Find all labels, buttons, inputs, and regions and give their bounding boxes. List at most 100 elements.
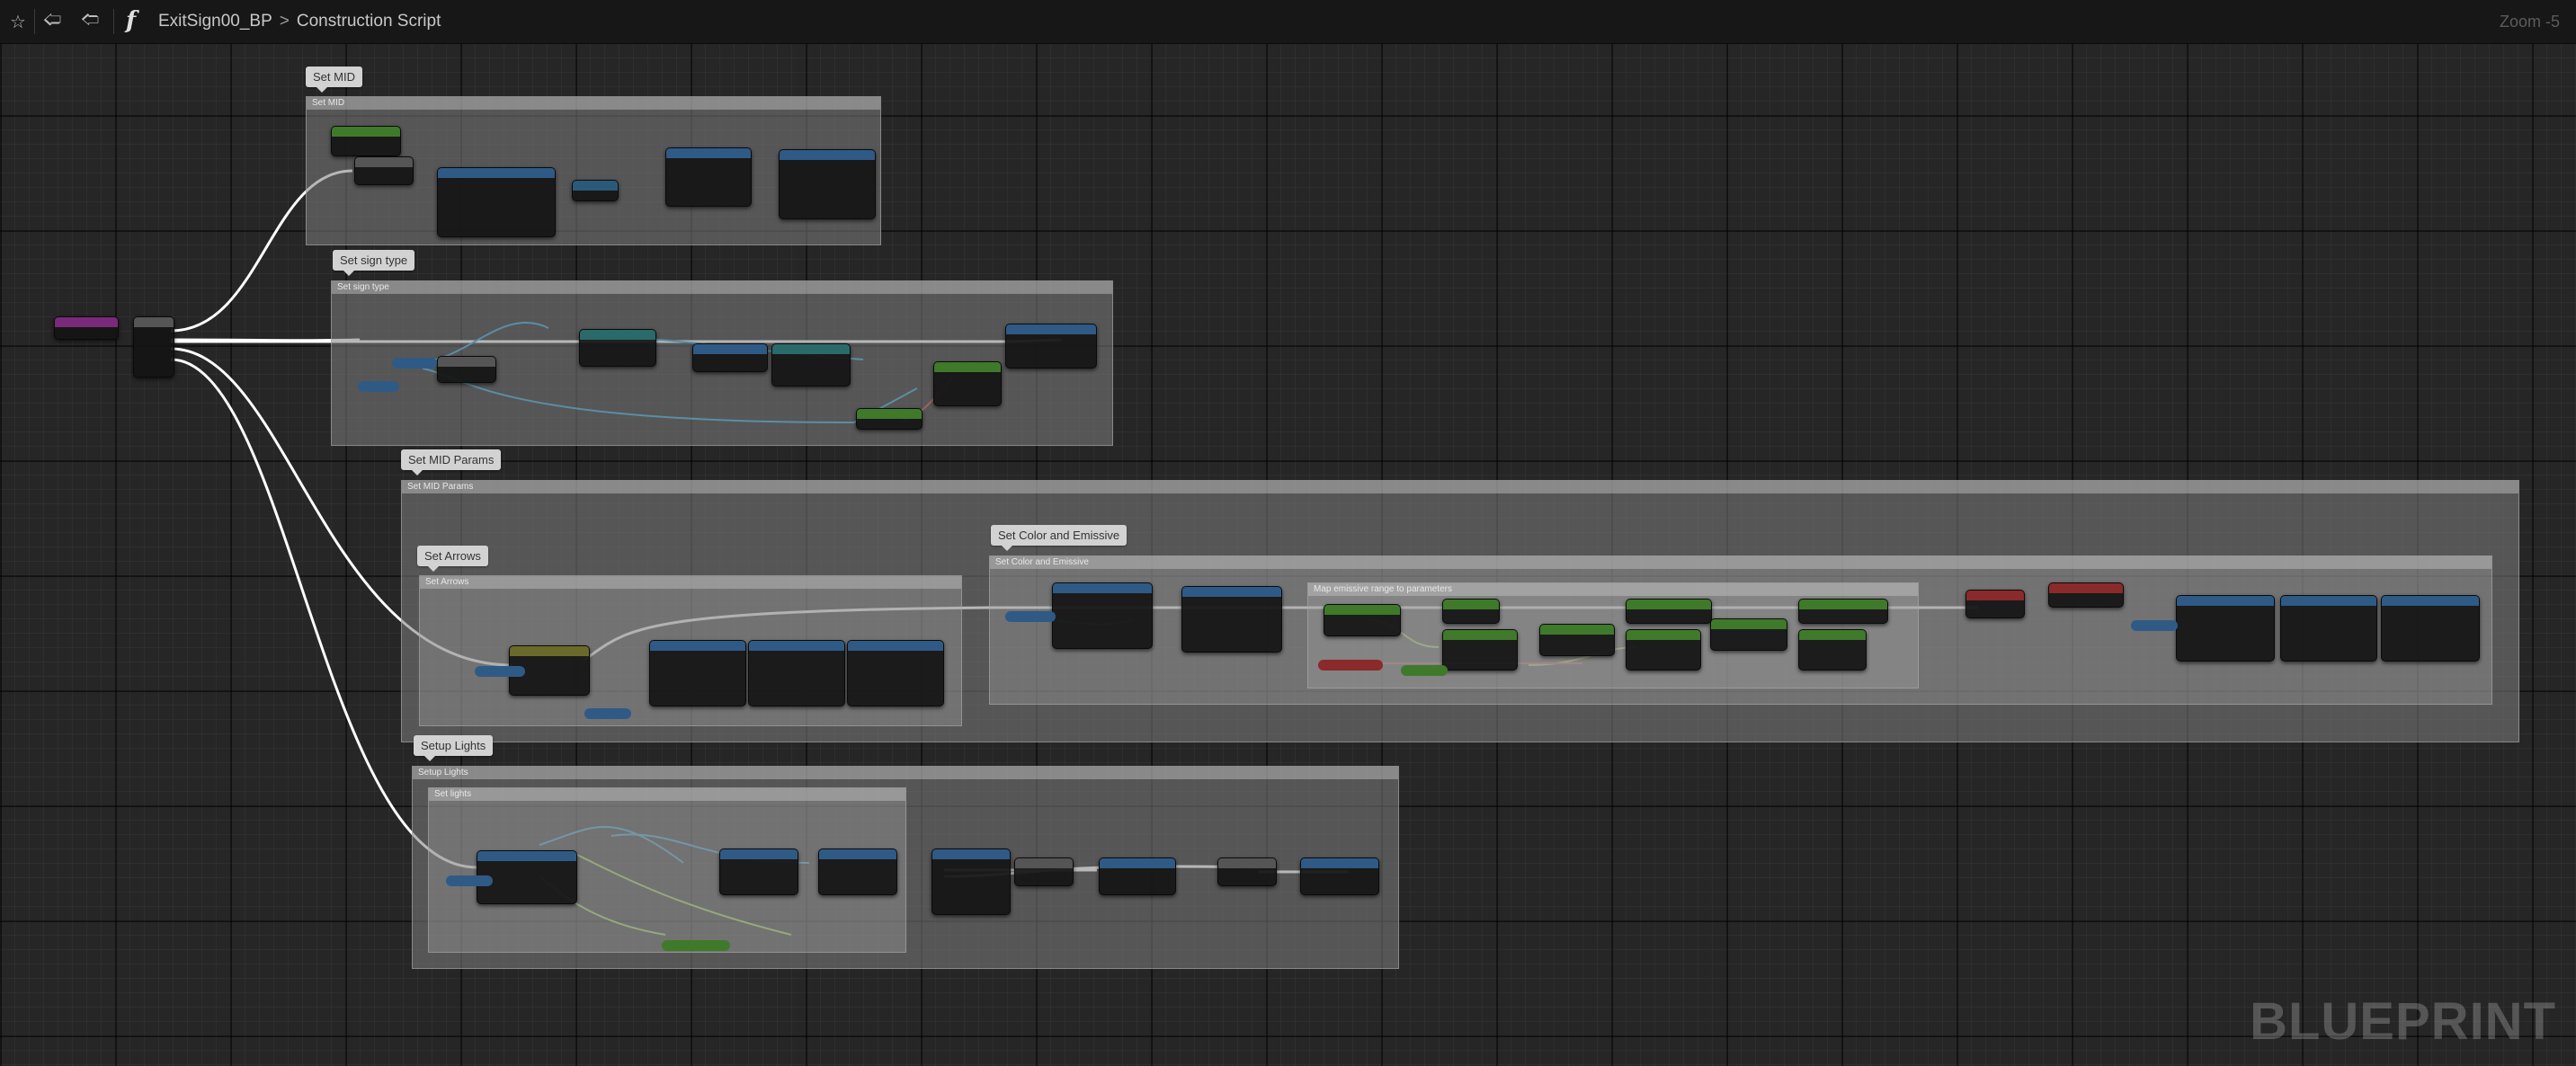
variable-pill[interactable] bbox=[358, 381, 399, 392]
function-icon: f bbox=[126, 7, 137, 34]
breadcrumb-separator: > bbox=[279, 12, 290, 31]
set-texture-parameter-node[interactable] bbox=[779, 149, 876, 219]
node-header bbox=[1053, 583, 1152, 593]
set-intensity-node[interactable] bbox=[719, 848, 798, 895]
select-mesh-node[interactable] bbox=[933, 361, 1002, 406]
breadcrumb-asset[interactable]: ExitSign00_BP bbox=[158, 12, 272, 31]
node-header bbox=[355, 157, 413, 167]
select-float-2-node[interactable] bbox=[1626, 629, 1701, 671]
set-scalar-param-arrows-1-node[interactable] bbox=[649, 640, 746, 706]
variable-pill[interactable] bbox=[662, 940, 730, 951]
construction-script-entry-node[interactable] bbox=[54, 316, 119, 340]
random-float-in-range-node[interactable] bbox=[1324, 604, 1401, 636]
node-header bbox=[819, 849, 896, 859]
node-header bbox=[134, 317, 174, 327]
set-scalar-emissive-2-node[interactable] bbox=[2280, 595, 2377, 662]
set-bool-node[interactable] bbox=[2048, 582, 2124, 608]
branch-emissive-node[interactable] bbox=[1965, 590, 2025, 618]
node-header bbox=[1100, 858, 1175, 868]
node-header bbox=[2177, 596, 2274, 606]
node-header bbox=[780, 150, 875, 160]
comment-bubble-set-color-emissive[interactable]: Set Color and Emissive bbox=[991, 525, 1128, 551]
destroy-component-node[interactable] bbox=[1099, 857, 1176, 895]
node-header bbox=[1218, 858, 1276, 868]
variable-pill[interactable] bbox=[584, 708, 631, 719]
node-header bbox=[1799, 630, 1866, 640]
random-float-3-node[interactable] bbox=[1710, 618, 1787, 651]
breadcrumb-graph[interactable]: Construction Script bbox=[297, 12, 441, 31]
random-float-2-node[interactable] bbox=[1539, 624, 1615, 656]
set-scalar-emissive-node[interactable] bbox=[2176, 595, 2275, 662]
node-header bbox=[1966, 591, 2024, 600]
blueprint-watermark: BLUEPRINT bbox=[2250, 992, 2556, 1051]
is-valid-node[interactable] bbox=[331, 126, 401, 156]
set-static-mesh-node[interactable] bbox=[1005, 324, 1097, 369]
node-header bbox=[1324, 605, 1400, 615]
comment-bubble-set-arrows[interactable]: Set Arrows bbox=[417, 546, 488, 572]
cast-node[interactable] bbox=[579, 329, 656, 367]
node-header bbox=[438, 168, 555, 178]
branch-lights-2-node[interactable] bbox=[1217, 857, 1277, 886]
comment-bubble-set-mid[interactable]: Set MID bbox=[306, 67, 362, 93]
node-header bbox=[2049, 583, 2123, 593]
variable-pill[interactable] bbox=[475, 666, 525, 677]
breadcrumb: ExitSign00_BP > Construction Script bbox=[158, 12, 441, 31]
node-header bbox=[1443, 600, 1499, 609]
destroy-component-2-node[interactable] bbox=[1300, 857, 1379, 895]
set-emissive-node[interactable] bbox=[1442, 599, 1500, 624]
node-header bbox=[650, 641, 745, 651]
node-header bbox=[2382, 596, 2479, 606]
sequence-node[interactable] bbox=[133, 316, 174, 378]
load-asset-blocking-node[interactable] bbox=[692, 343, 768, 372]
variable-pill[interactable] bbox=[446, 875, 493, 886]
set-scalar-light-brightness-node[interactable] bbox=[2381, 595, 2480, 662]
select-node[interactable] bbox=[437, 356, 496, 383]
set-scalar-param-arrows-2-node[interactable] bbox=[748, 640, 845, 706]
select-float-3-node[interactable] bbox=[1798, 629, 1867, 671]
branch-node[interactable] bbox=[354, 156, 414, 185]
node-header bbox=[2281, 596, 2376, 606]
set-scalar-param-arrows-3-node[interactable] bbox=[847, 640, 944, 706]
comment-bubble-set-mid-params[interactable]: Set MID Params bbox=[401, 449, 502, 475]
node-header bbox=[1627, 630, 1700, 640]
set-emissive-2-node[interactable] bbox=[1626, 599, 1712, 624]
set-intensity-2-node[interactable] bbox=[818, 848, 897, 895]
set-light-color-node[interactable] bbox=[931, 848, 1011, 915]
create-dynamic-material-node[interactable] bbox=[437, 167, 556, 237]
set-variable-node[interactable] bbox=[572, 180, 619, 201]
variable-pill[interactable] bbox=[392, 358, 437, 369]
set-light-brightness-node[interactable] bbox=[1798, 599, 1888, 624]
cast-to-static-mesh-node[interactable] bbox=[771, 343, 851, 386]
node-header bbox=[573, 181, 618, 191]
toolbar-separator bbox=[113, 9, 114, 34]
node-header bbox=[1540, 625, 1614, 635]
node-header bbox=[1799, 600, 1887, 609]
select-float-1-node[interactable] bbox=[1442, 629, 1518, 671]
graph-toolbar: ☆ 🢠 🢢 f ExitSign00_BP > Construction Scrip… bbox=[0, 0, 2576, 44]
back-arrow-icon[interactable]: 🢠 bbox=[41, 10, 63, 32]
variable-pill[interactable] bbox=[1005, 611, 1056, 622]
node-header bbox=[857, 409, 922, 419]
comment-bubble-setup-lights[interactable]: Setup Lights bbox=[414, 735, 494, 761]
set-vector-param-light-color-node[interactable] bbox=[1181, 586, 1282, 653]
set-material-node[interactable] bbox=[665, 147, 752, 207]
node-header bbox=[1443, 630, 1517, 640]
toolbar-separator bbox=[34, 9, 35, 34]
node-header bbox=[848, 641, 943, 651]
comment-bubble-set-sign-type[interactable]: Set sign type bbox=[333, 250, 415, 276]
node-header bbox=[477, 851, 576, 861]
node-header bbox=[332, 127, 400, 137]
star-icon[interactable]: ☆ bbox=[7, 11, 29, 32]
zoom-level: Zoom -5 bbox=[2499, 13, 2560, 31]
is-valid-mesh-node[interactable] bbox=[856, 408, 923, 430]
variable-pill[interactable] bbox=[2131, 620, 2178, 631]
node-header bbox=[1711, 619, 1787, 629]
variable-pill[interactable] bbox=[1318, 660, 1383, 671]
variable-pill[interactable] bbox=[1401, 665, 1448, 676]
node-header bbox=[55, 317, 118, 327]
node-header bbox=[666, 148, 751, 158]
set-vector-param-color-node[interactable] bbox=[1052, 582, 1153, 649]
node-header bbox=[749, 641, 844, 651]
forward-arrow-icon[interactable]: 🢢 bbox=[79, 10, 101, 32]
branch-lights-node[interactable] bbox=[1014, 857, 1074, 886]
